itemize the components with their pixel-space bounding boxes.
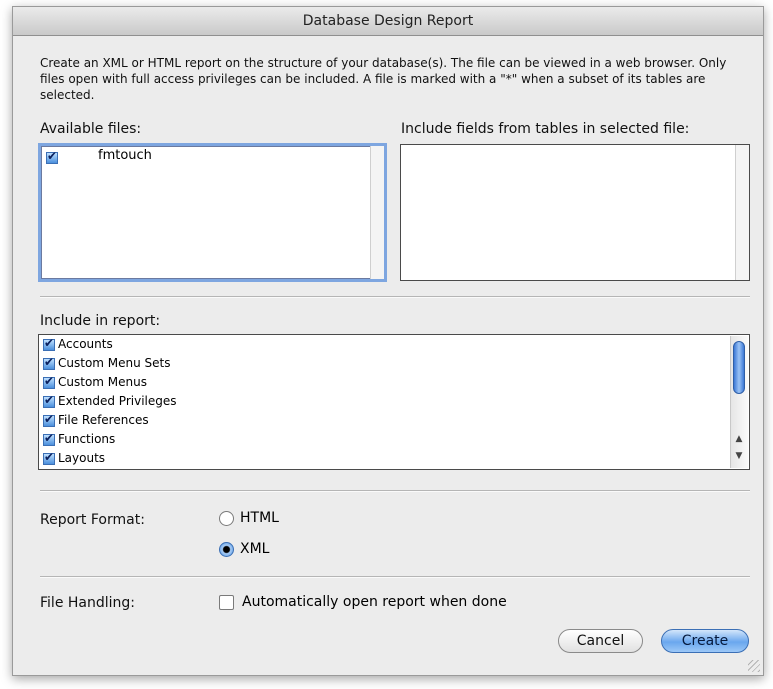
include-label: Include in report:: [40, 313, 161, 329]
include-item-custom-menus[interactable]: Custom Menus: [43, 374, 147, 394]
tables-label: Include fields from tables in selected f…: [401, 121, 690, 137]
include-item-label: Custom Menu Sets: [58, 356, 171, 370]
include-checkbox[interactable]: [43, 412, 55, 427]
include-item-file-references[interactable]: File References: [43, 412, 149, 432]
tables-list[interactable]: [400, 144, 750, 281]
database-design-report-dialog: Database Design Report Create an XML or …: [12, 6, 764, 676]
include-item-custom-menu-sets[interactable]: Custom Menu Sets: [43, 355, 171, 375]
cancel-button[interactable]: Cancel: [558, 629, 643, 653]
include-scrollbar[interactable]: ▲ ▼: [730, 336, 748, 468]
include-checkbox[interactable]: [43, 393, 55, 408]
format-xml-label[interactable]: XML: [240, 541, 269, 557]
include-checkbox[interactable]: [43, 374, 55, 389]
include-item-accounts[interactable]: Accounts: [43, 336, 113, 356]
file-row-fmtouch[interactable]: fmtouch: [46, 148, 152, 165]
auto-open-checkbox[interactable]: [219, 595, 234, 610]
available-files-label: Available files:: [40, 121, 142, 137]
format-html-radio[interactable]: [219, 511, 234, 526]
window-title: Database Design Report: [302, 13, 474, 29]
scroll-down-arrow-icon[interactable]: ▼: [734, 451, 744, 461]
resize-grip-icon[interactable]: [748, 660, 760, 672]
include-item-label: Accounts: [58, 337, 113, 351]
scroll-thumb[interactable]: [733, 341, 745, 394]
dialog-description: Create an XML or HTML report on the stru…: [40, 56, 727, 102]
divider: [40, 490, 750, 492]
include-item-label: Extended Privileges: [58, 394, 177, 408]
include-checkbox[interactable]: [43, 355, 55, 370]
include-item-label: Functions: [58, 432, 116, 446]
include-item-label: Layouts: [58, 451, 106, 465]
include-item-label: Custom Menus: [58, 375, 147, 389]
title-bar[interactable]: Database Design Report: [13, 7, 763, 36]
divider: [40, 296, 750, 298]
scroll-up-arrow-icon[interactable]: ▲: [734, 434, 744, 444]
include-item-extended-privileges[interactable]: Extended Privileges: [43, 393, 177, 413]
format-xml-radio[interactable]: [219, 542, 234, 557]
include-checkbox[interactable]: [43, 336, 55, 351]
report-format-label: Report Format:: [40, 512, 145, 528]
include-checkbox[interactable]: [43, 450, 55, 465]
create-button[interactable]: Create: [661, 629, 749, 653]
file-name: fmtouch: [98, 148, 152, 163]
available-files-list[interactable]: fmtouch: [38, 143, 387, 282]
auto-open-label[interactable]: Automatically open report when done: [242, 594, 507, 610]
file-checkbox[interactable]: [46, 149, 58, 164]
include-item-functions[interactable]: Functions: [43, 431, 116, 451]
available-files-scrollbar[interactable]: [370, 146, 384, 279]
include-item-layouts[interactable]: Layouts: [43, 450, 106, 469]
include-item-label: File References: [58, 413, 149, 427]
include-checkbox[interactable]: [43, 431, 55, 446]
divider: [40, 576, 750, 578]
include-list[interactable]: Accounts Custom Menu Sets Custom Menus E…: [38, 334, 750, 470]
format-html-label[interactable]: HTML: [240, 510, 279, 526]
file-handling-label: File Handling:: [40, 595, 135, 611]
tables-scrollbar[interactable]: [735, 145, 749, 280]
